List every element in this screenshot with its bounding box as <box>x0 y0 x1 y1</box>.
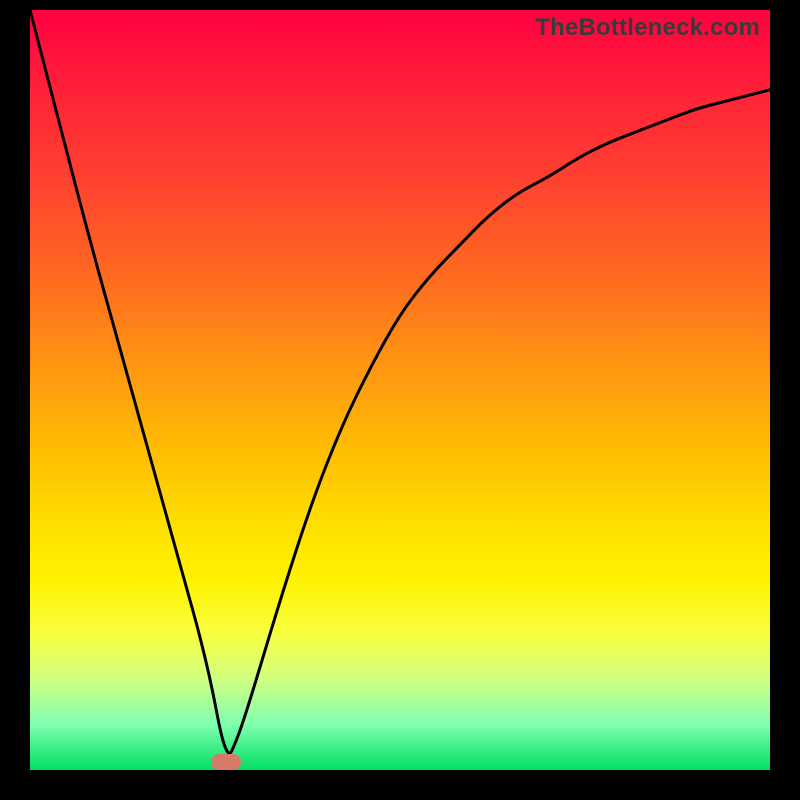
minimum-marker <box>211 754 241 770</box>
plot-area: TheBottleneck.com <box>30 10 770 770</box>
chart-frame: TheBottleneck.com <box>0 0 800 800</box>
bottleneck-curve <box>30 10 770 770</box>
